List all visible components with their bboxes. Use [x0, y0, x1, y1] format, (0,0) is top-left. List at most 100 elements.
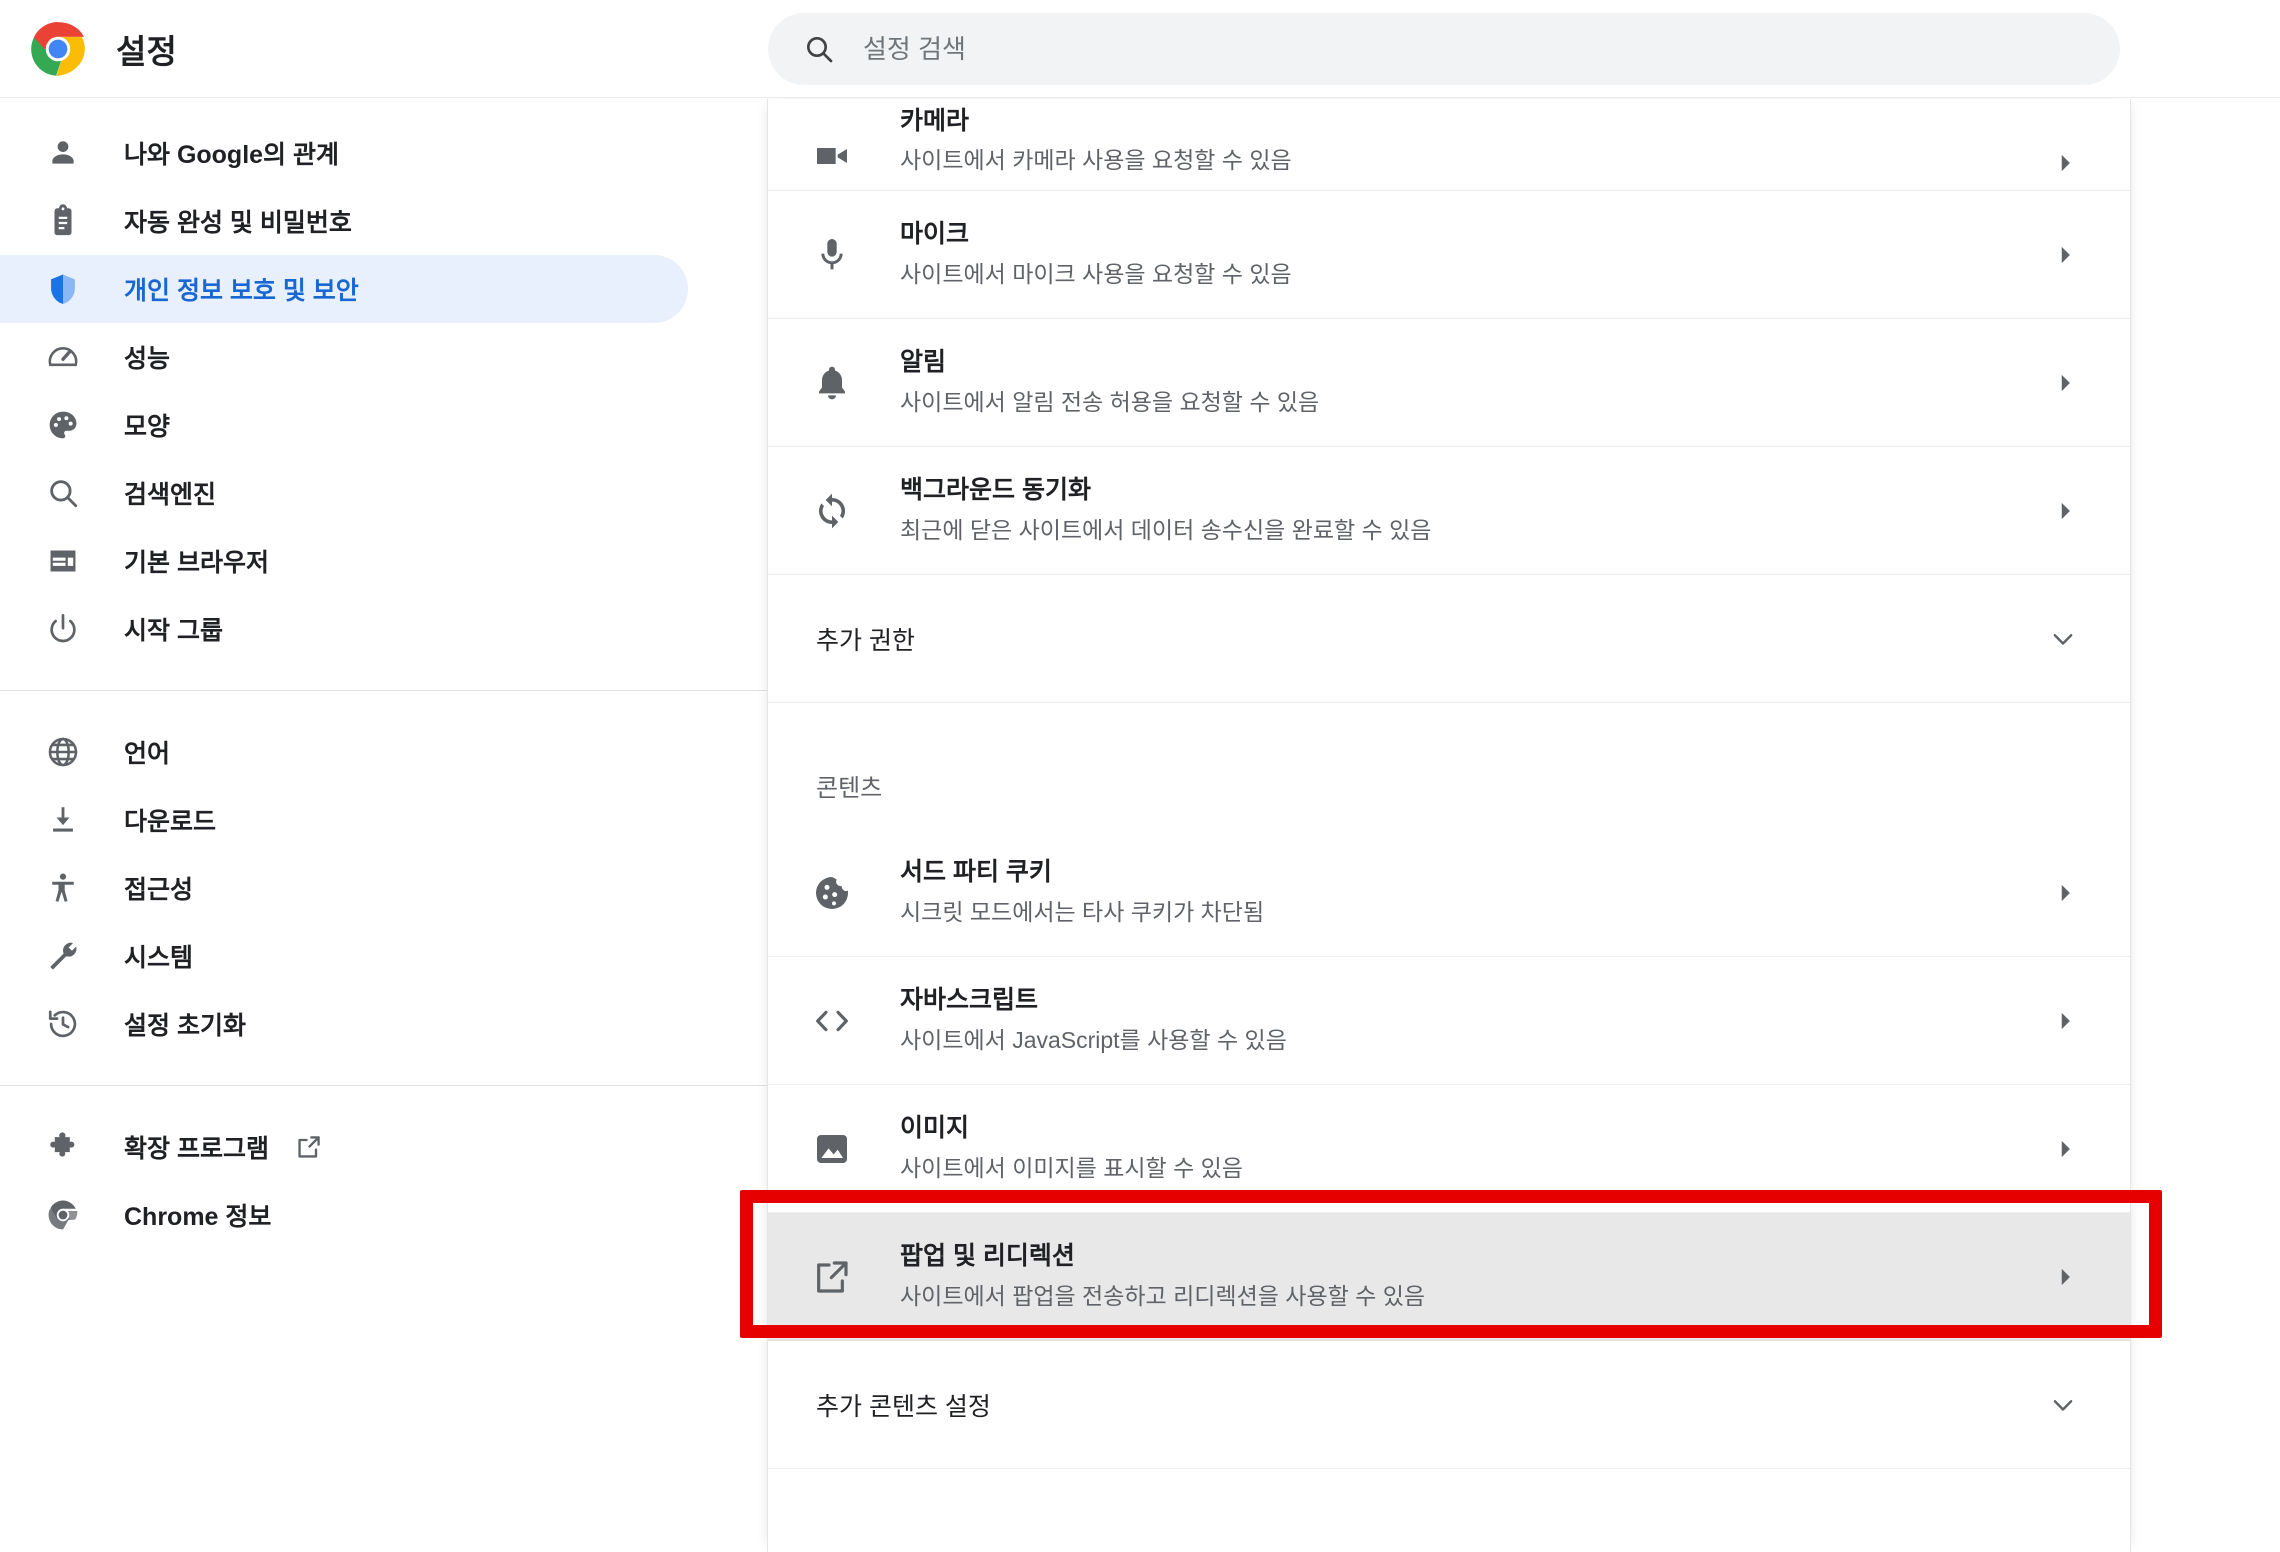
open-in-new-icon: [298, 1136, 320, 1158]
setting-row-popups-and-redirects[interactable]: 팝업 및 리디렉션 사이트에서 팝업을 전송하고 리디렉션을 사용할 수 있음: [768, 1213, 2130, 1341]
person-icon: [52, 141, 74, 164]
sidebar-group-advanced: 언어 다운로드 접근성 시스템 설정 초기화: [0, 718, 768, 1058]
section-header-label: 콘텐츠: [816, 775, 883, 802]
power-icon: [50, 614, 76, 643]
expander-label: 추가 콘텐츠 설정: [816, 1392, 991, 1421]
setting-row-javascript[interactable]: 자바스크립트 사이트에서 JavaScript를 사용할 수 있음: [768, 957, 2130, 1085]
sidebar-item-you-and-google[interactable]: 나와 Google의 관계: [0, 119, 688, 187]
shield-icon: [51, 274, 75, 304]
sidebar-item-label: 개인 정보 보호 및 보안: [124, 277, 359, 305]
setting-row-microphone[interactable]: 마이크 사이트에서 마이크 사용을 요청할 수 있음: [768, 191, 2130, 319]
setting-row-title: 팝업 및 리디렉션: [900, 1242, 1075, 1271]
chevron-right-icon: [2061, 1140, 2070, 1157]
wrench-icon: [50, 942, 77, 970]
sidebar-item-appearance[interactable]: 모양: [0, 391, 688, 459]
setting-row-text: 카메라 사이트에서 카메라 사용을 요청할 수 있음: [900, 106, 2052, 176]
setting-row-third-party-cookies[interactable]: 서드 파티 쿠키 시크릿 모드에서는 타사 쿠키가 차단됨: [768, 829, 2130, 957]
sidebar-item-default-browser[interactable]: 기본 브라우저: [0, 527, 688, 595]
setting-row-title: 자바스크립트: [900, 986, 1039, 1015]
browser-icon: [50, 550, 76, 572]
setting-row-title: 서드 파티 쿠키: [900, 858, 1052, 887]
sidebar-item-about-chrome[interactable]: Chrome 정보: [0, 1181, 688, 1249]
open-in-new-icon: [812, 1257, 852, 1297]
puzzle-icon: [50, 1132, 75, 1157]
sidebar-item-privacy-and-security[interactable]: 개인 정보 보호 및 보안: [0, 255, 688, 323]
chevron-right-icon: [2061, 154, 2070, 172]
sidebar: 나와 Google의 관계 자동 완성 및 비밀번호 개인 정보 보호 및 보안…: [0, 99, 768, 1552]
setting-row-text: 팝업 및 리디렉션 사이트에서 팝업을 전송하고 리디렉션을 사용할 수 있음: [900, 1241, 2052, 1311]
setting-row-subtitle: 사이트에서 JavaScript를 사용할 수 있음: [900, 1026, 1287, 1053]
setting-row-subtitle: 시크릿 모드에서는 타사 쿠키가 차단됨: [900, 898, 1265, 925]
sidebar-item-label: 성능: [124, 345, 171, 373]
sidebar-item-downloads[interactable]: 다운로드: [0, 786, 688, 854]
sidebar-item-label: 접근성: [124, 876, 194, 904]
sidebar-item-on-startup[interactable]: 시작 그룹: [0, 595, 688, 663]
settings-content-panel[interactable]: 카메라 사이트에서 카메라 사용을 요청할 수 있음 마이크 사이트에서 마이크…: [768, 99, 2130, 1552]
setting-row-text: 자바스크립트 사이트에서 JavaScript를 사용할 수 있음: [900, 985, 2052, 1055]
globe-icon: [48, 737, 78, 767]
mic-icon: [812, 235, 852, 275]
chevron-right-icon: [2061, 1268, 2070, 1285]
restore-icon: [48, 1010, 77, 1038]
setting-row-text: 알림 사이트에서 알림 전송 허용을 요청할 수 있음: [900, 347, 2052, 417]
setting-row-text: 마이크 사이트에서 마이크 사용을 요청할 수 있음: [900, 219, 2052, 289]
sidebar-item-extensions[interactable]: 확장 프로그램: [0, 1113, 688, 1181]
setting-row-text: 서드 파티 쿠키 시크릿 모드에서는 타사 쿠키가 차단됨: [900, 857, 2052, 927]
setting-row-camera[interactable]: 카메라 사이트에서 카메라 사용을 요청할 수 있음: [768, 99, 2130, 191]
settings-card: 카메라 사이트에서 카메라 사용을 요청할 수 있음 마이크 사이트에서 마이크…: [768, 99, 2130, 1552]
sidebar-item-accessibility[interactable]: 접근성: [0, 854, 688, 922]
sidebar-item-languages[interactable]: 언어: [0, 718, 688, 786]
sidebar-group-footer: 확장 프로그램 Chrome 정보: [0, 1113, 768, 1249]
setting-row-title: 이미지: [900, 1114, 970, 1143]
sidebar-item-label: 시작 그룹: [124, 617, 223, 645]
sidebar-item-reset-settings[interactable]: 설정 초기화: [0, 990, 688, 1058]
image-icon: [812, 1129, 852, 1169]
setting-row-title: 백그라운드 동기화: [900, 476, 1091, 505]
sidebar-item-search-engine[interactable]: 검색엔진: [0, 459, 688, 527]
sidebar-item-label: 나와 Google의 관계: [124, 141, 340, 169]
sidebar-item-label: Chrome 정보: [124, 1203, 272, 1231]
setting-row-images[interactable]: 이미지 사이트에서 이미지를 표시할 수 있음: [768, 1085, 2130, 1213]
chevron-right-icon: [2061, 884, 2070, 901]
download-icon: [53, 807, 73, 832]
sidebar-item-label: 언어: [124, 740, 171, 768]
cookie-icon: [812, 873, 852, 913]
sidebar-item-system[interactable]: 시스템: [0, 922, 688, 990]
bell-icon: [812, 363, 852, 403]
setting-row-subtitle: 사이트에서 이미지를 표시할 수 있음: [900, 1154, 1243, 1181]
sync-icon: [812, 491, 852, 531]
setting-row-subtitle: 최근에 닫은 사이트에서 데이터 송수신을 완료할 수 있음: [900, 516, 1432, 543]
expander-additional-content-settings[interactable]: 추가 콘텐츠 설정: [768, 1341, 2130, 1469]
search-icon: [807, 37, 833, 63]
setting-row-subtitle: 사이트에서 카메라 사용을 요청할 수 있음: [900, 147, 1292, 174]
setting-row-title: 알림: [900, 348, 947, 377]
speed-icon: [48, 347, 78, 367]
setting-row-background-sync[interactable]: 백그라운드 동기화 최근에 닫은 사이트에서 데이터 송수신을 완료할 수 있음: [768, 447, 2130, 575]
sidebar-item-label: 확장 프로그램: [124, 1135, 269, 1163]
sidebar-item-label: 검색엔진: [124, 481, 217, 509]
setting-row-subtitle: 사이트에서 알림 전송 허용을 요청할 수 있음: [900, 388, 1320, 415]
chevron-right-icon: [2061, 246, 2070, 263]
setting-row-title: 마이크: [900, 220, 970, 249]
search-icon: [50, 480, 78, 508]
sidebar-item-label: 자동 완성 및 비밀번호: [124, 209, 352, 237]
setting-row-notifications[interactable]: 알림 사이트에서 알림 전송 허용을 요청할 수 있음: [768, 319, 2130, 447]
setting-row-text: 이미지 사이트에서 이미지를 표시할 수 있음: [900, 1113, 2052, 1183]
sidebar-item-performance[interactable]: 성능: [0, 323, 688, 391]
chevron-right-icon: [2061, 374, 2070, 391]
search-box[interactable]: [768, 13, 2120, 85]
search-container: [768, 13, 2120, 85]
search-input[interactable]: [863, 29, 2013, 69]
chevron-down-icon: [2053, 633, 2073, 645]
accessibility-icon: [52, 873, 74, 902]
chevron-right-icon: [2061, 502, 2070, 519]
section-header-content: 콘텐츠: [768, 703, 2130, 829]
sidebar-item-label: 다운로드: [124, 808, 217, 836]
videocam-icon: [812, 136, 852, 176]
setting-row-title: 카메라: [900, 106, 970, 135]
content-filler: [768, 1469, 2130, 1552]
sidebar-item-autofill-passwords[interactable]: 자동 완성 및 비밀번호: [0, 187, 688, 255]
chevron-right-icon: [2061, 1012, 2070, 1029]
palette-icon: [49, 411, 77, 439]
expander-additional-permissions[interactable]: 추가 권한: [768, 575, 2130, 703]
